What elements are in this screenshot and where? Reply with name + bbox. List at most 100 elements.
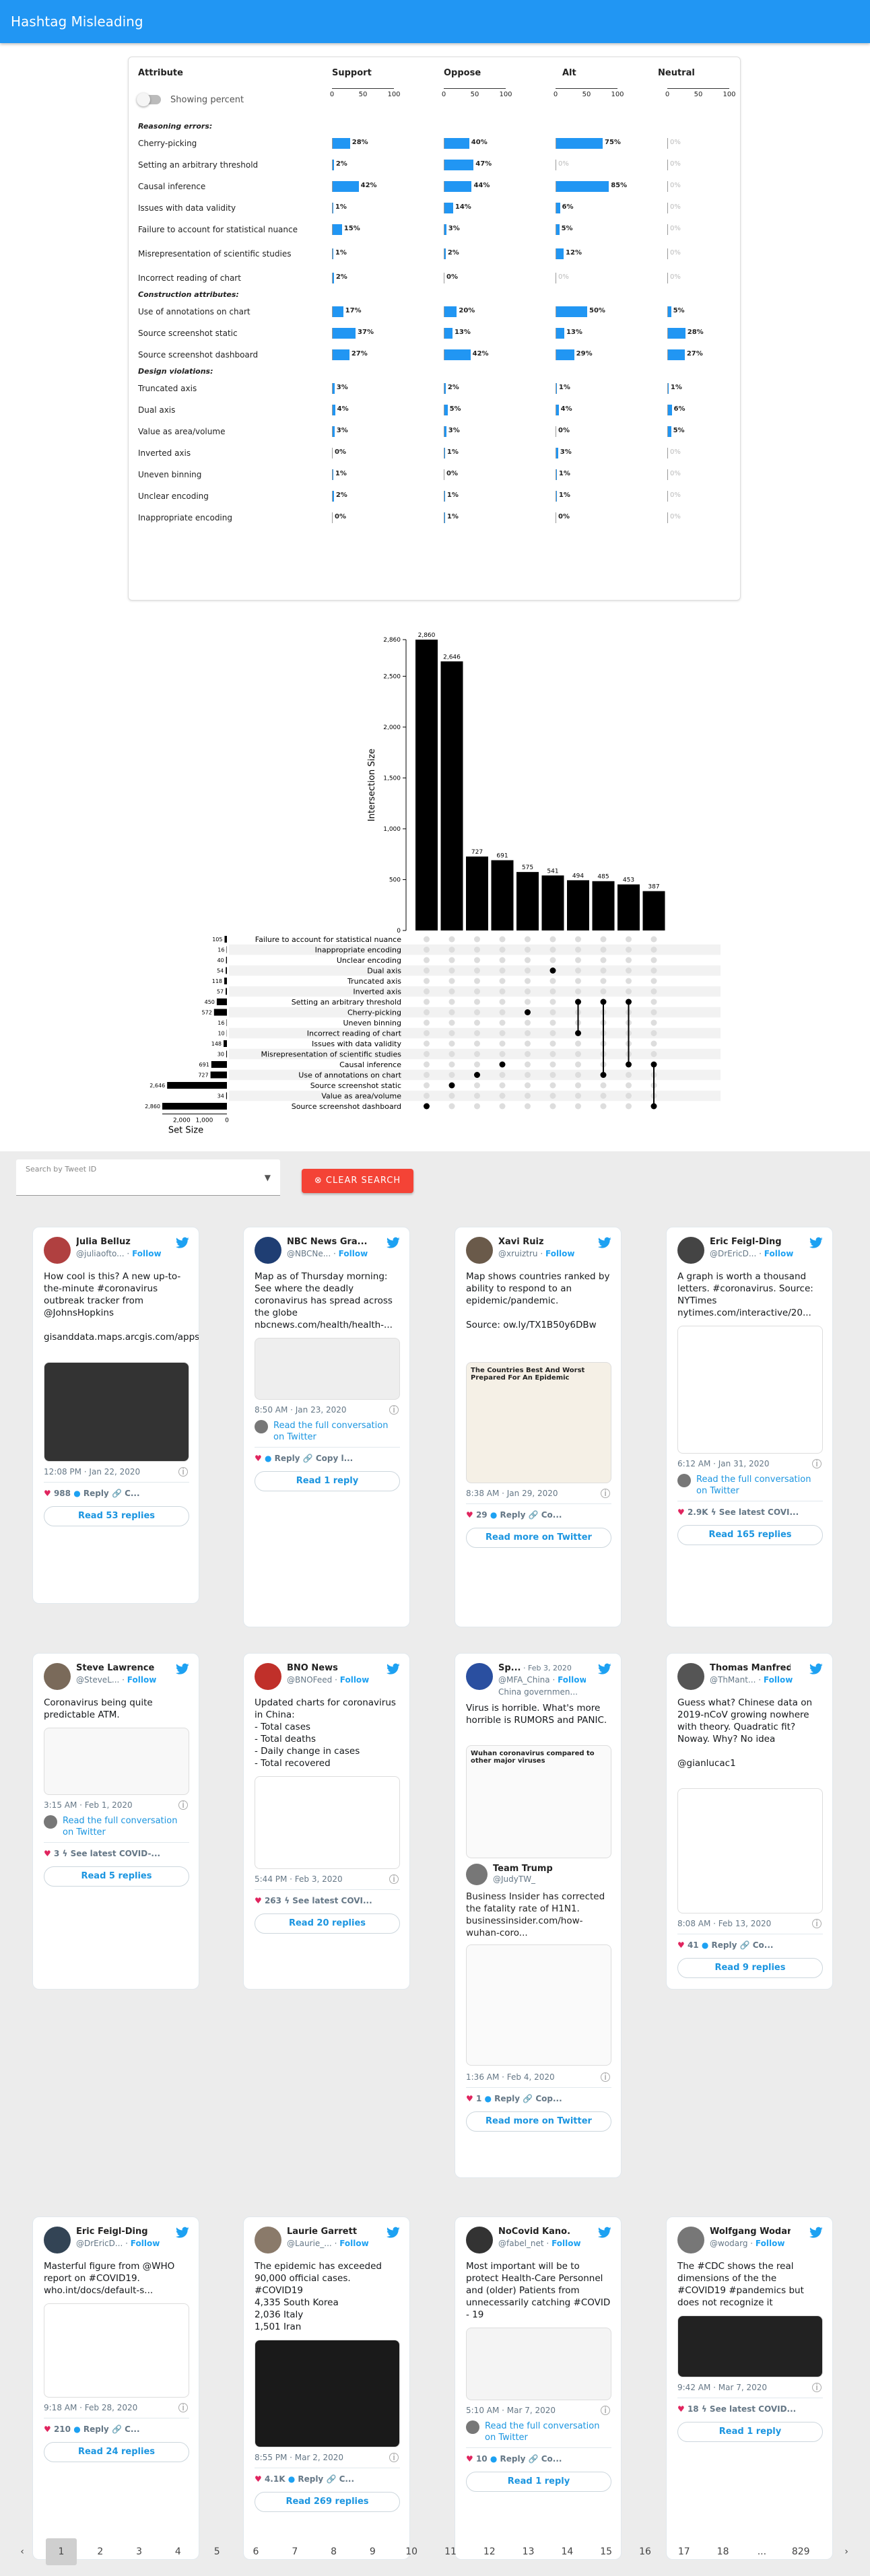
page-8[interactable]: 8 xyxy=(319,2538,349,2565)
twitter-bird-icon[interactable] xyxy=(176,1663,189,1675)
set-size-bar[interactable] xyxy=(224,978,227,984)
twitter-bird-icon[interactable] xyxy=(598,1237,611,1249)
tweet-media[interactable] xyxy=(44,2303,189,2398)
action-label[interactable]: See latest COVID... xyxy=(710,2404,796,2414)
tweet-card[interactable]: Wolfgang Wodarg @wodarg · Follow The #CDC … xyxy=(666,2216,833,2560)
info-icon[interactable]: i xyxy=(812,2383,822,2392)
reply-label[interactable]: Reply xyxy=(275,1454,300,1463)
page-7[interactable]: 7 xyxy=(279,2538,310,2565)
author-handle[interactable]: @wodarg · Follow xyxy=(710,2239,797,2248)
read-replies-button[interactable]: Read 1 reply xyxy=(466,2472,611,2492)
twitter-bird-icon[interactable] xyxy=(387,1237,400,1249)
avatar[interactable] xyxy=(677,1663,704,1690)
latest-icon[interactable]: ϟ xyxy=(702,2404,710,2414)
latest-icon[interactable]: ϟ xyxy=(284,1896,292,1905)
page-15[interactable]: 15 xyxy=(591,2538,622,2565)
author-name[interactable]: NoCovid Kano. xyxy=(498,2227,579,2237)
action-label[interactable]: See latest COVI... xyxy=(719,1507,799,1517)
tweet-timestamp[interactable]: 12:08 PM · Jan 22, 2020 xyxy=(44,1467,140,1477)
tweet-card[interactable]: Julia Belluz @juliaofto... · Follow How co… xyxy=(32,1227,199,1604)
copy-link-icon[interactable]: 🔗 xyxy=(523,2094,535,2103)
intersection-bar[interactable] xyxy=(617,884,640,930)
action-label[interactable]: Co... xyxy=(541,1510,562,1520)
action-label[interactable]: C... xyxy=(125,2425,139,2434)
like-icon[interactable]: ♥ xyxy=(677,2404,688,2414)
set-size-bar[interactable] xyxy=(226,1050,227,1058)
author-handle[interactable]: @BNOFeed · Follow xyxy=(287,1675,374,1685)
intersection-bar[interactable] xyxy=(440,661,463,930)
full-conversation-link[interactable]: Read the full conversation on Twitter xyxy=(63,1815,191,1838)
page-12[interactable]: 12 xyxy=(474,2538,505,2565)
tweet-media[interactable] xyxy=(677,2315,823,2377)
latest-icon[interactable]: ϟ xyxy=(62,1849,70,1858)
page-6[interactable]: 6 xyxy=(240,2538,271,2565)
author-handle[interactable]: @DrEricD... · Follow xyxy=(76,2239,164,2248)
info-icon[interactable]: i xyxy=(389,2453,399,2462)
read-replies-button[interactable]: Read 20 replies xyxy=(255,1913,400,1934)
search-input[interactable]: Search by Tweet ID ▼ xyxy=(16,1159,280,1196)
like-icon[interactable]: ♥ xyxy=(466,2454,476,2464)
read-replies-button[interactable]: Read 1 reply xyxy=(677,2422,823,2442)
dropdown-caret-icon[interactable]: ▼ xyxy=(265,1173,271,1182)
tweet-media[interactable] xyxy=(466,2328,611,2400)
like-icon[interactable]: ♥ xyxy=(255,2474,265,2484)
reply-label[interactable]: Reply xyxy=(711,1940,737,1950)
tweet-media[interactable] xyxy=(677,1326,823,1454)
tweet-card[interactable]: Eric Feigl-Ding @DrEricD... · Follow Maste… xyxy=(32,2216,199,2560)
intersection-bar[interactable] xyxy=(491,860,514,930)
tweet-card[interactable]: NoCovid Kano. @fabel_net · Follow Most imp… xyxy=(455,2216,622,2560)
reply-icon[interactable]: ● xyxy=(490,1510,500,1520)
set-size-bar[interactable] xyxy=(210,1071,227,1079)
tweet-card[interactable]: Laurie Garrett @Laurie_... · Follow The ep… xyxy=(243,2216,410,2560)
copy-link-icon[interactable]: 🔗 xyxy=(112,2425,125,2434)
action-label[interactable]: C... xyxy=(339,2474,354,2484)
page-3[interactable]: 3 xyxy=(124,2538,155,2565)
author-name[interactable]: BNO News xyxy=(287,1663,368,1673)
info-icon[interactable]: i xyxy=(601,2072,610,2082)
author-handle[interactable]: @MFA_China · Follow xyxy=(498,1675,586,1685)
follow-link[interactable]: Follow xyxy=(558,1675,586,1685)
quoted-author-name[interactable]: Team Trump xyxy=(493,1864,574,1874)
set-size-bar[interactable] xyxy=(226,957,227,963)
follow-link[interactable]: Follow xyxy=(131,2239,160,2248)
like-icon[interactable]: ♥ xyxy=(255,1454,265,1463)
follow-link[interactable]: Follow xyxy=(127,1675,157,1685)
reply-icon[interactable]: ● xyxy=(73,1489,83,1498)
read-replies-button[interactable]: Read 5 replies xyxy=(44,1866,189,1887)
tweet-card[interactable]: Thomas Manfredi... @ThMant... · Follow Gue… xyxy=(666,1653,833,1990)
tweet-timestamp[interactable]: 8:50 AM · Jan 23, 2020 xyxy=(255,1405,347,1415)
next-page-icon[interactable]: › xyxy=(831,2538,862,2565)
copy-link-icon[interactable]: 🔗 xyxy=(740,1940,753,1950)
set-size-bar[interactable] xyxy=(211,1061,227,1068)
reply-label[interactable]: Reply xyxy=(500,1510,525,1520)
follow-link[interactable]: Follow xyxy=(551,2239,581,2248)
like-icon[interactable]: ♥ xyxy=(466,1510,476,1520)
twitter-bird-icon[interactable] xyxy=(809,1237,823,1249)
page-13[interactable]: 13 xyxy=(513,2538,544,2565)
reply-label[interactable]: Reply xyxy=(83,1489,109,1498)
info-icon[interactable]: i xyxy=(178,1467,188,1477)
prev-page-icon[interactable]: ‹ xyxy=(7,2538,38,2565)
info-icon[interactable]: i xyxy=(812,1459,822,1468)
set-size-bar[interactable] xyxy=(224,1040,227,1047)
set-size-bar[interactable] xyxy=(224,936,227,943)
avatar[interactable] xyxy=(677,2227,704,2253)
tweet-card[interactable]: Xavi Ruiz @xruiztru · Follow Map shows cou… xyxy=(455,1227,622,1627)
twitter-bird-icon[interactable] xyxy=(387,1663,400,1675)
tweet-timestamp[interactable]: 9:42 AM · Mar 7, 2020 xyxy=(677,2383,767,2392)
info-icon[interactable]: i xyxy=(812,1919,822,1928)
twitter-bird-icon[interactable] xyxy=(809,2227,823,2239)
percent-toggle-knob[interactable] xyxy=(137,93,150,106)
author-handle[interactable]: @fabel_net · Follow xyxy=(498,2239,586,2248)
author-handle[interactable]: @ThMant... · Follow xyxy=(710,1675,797,1685)
set-size-bar[interactable] xyxy=(162,1103,227,1110)
twitter-bird-icon[interactable] xyxy=(809,1663,823,1675)
follow-link[interactable]: Follow xyxy=(132,1249,162,1258)
author-name[interactable]: NBC News Gra... xyxy=(287,1237,368,1247)
twitter-bird-icon[interactable] xyxy=(598,2227,611,2239)
author-name[interactable]: Laurie Garrett xyxy=(287,2227,368,2237)
info-icon[interactable]: i xyxy=(389,1405,399,1415)
read-replies-button[interactable]: Read 165 replies xyxy=(677,1525,823,1545)
set-size-bar[interactable] xyxy=(226,988,227,995)
reply-label[interactable]: Reply xyxy=(494,2094,520,2103)
